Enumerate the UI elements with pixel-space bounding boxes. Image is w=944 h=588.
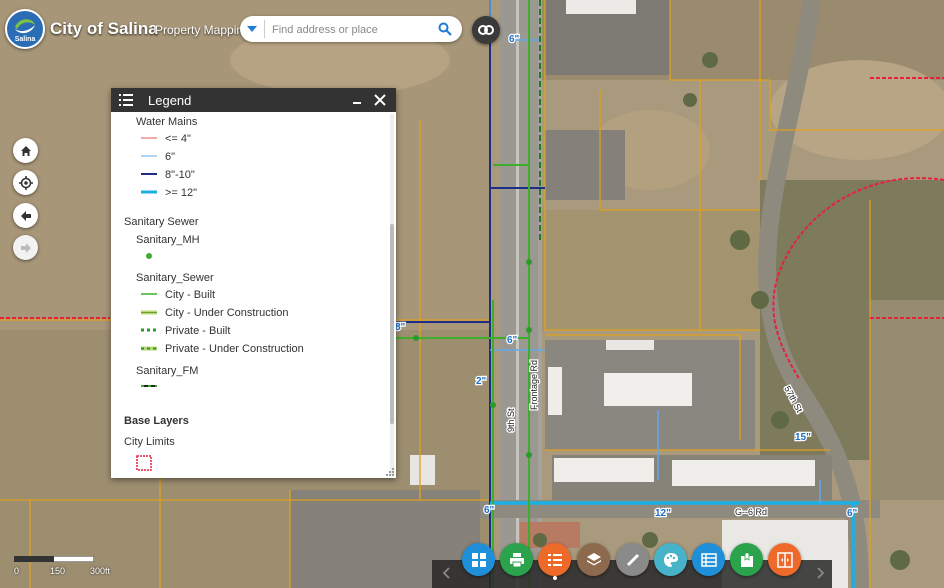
home-icon xyxy=(20,145,31,156)
legend-symbol xyxy=(141,328,157,332)
street-label: G--6 Rd xyxy=(735,507,767,517)
legend-group-heading: Base Layers xyxy=(124,415,189,427)
legend-layer-heading: Sanitary_FM xyxy=(136,365,199,377)
layers-icon xyxy=(586,552,601,565)
resize-grip-icon[interactable] xyxy=(386,468,394,476)
legend-item-label: 6" xyxy=(165,151,176,163)
app-subtitle: Property Mapping xyxy=(155,23,250,37)
arrow-right-icon xyxy=(20,242,31,253)
search-box xyxy=(240,16,462,42)
close-icon xyxy=(374,94,386,106)
legend-symbol xyxy=(141,173,157,175)
search-icon xyxy=(438,22,452,36)
arrow-left-icon xyxy=(20,210,31,221)
legend-layer-heading: Sanitary_MH xyxy=(136,234,200,246)
measure-button[interactable] xyxy=(616,543,649,576)
pipe-label: 15" xyxy=(795,432,811,443)
close-button[interactable] xyxy=(372,92,388,108)
scale-label: 300ft xyxy=(90,566,111,576)
grid-icon xyxy=(471,552,486,567)
list-icon xyxy=(119,94,133,106)
widgets-button[interactable] xyxy=(462,543,495,576)
street-label: 9th St xyxy=(506,408,516,432)
scroll-thumb[interactable] xyxy=(390,224,394,424)
scale-label: 150 xyxy=(50,566,66,576)
legend-symbol xyxy=(141,385,157,387)
pipe-label: 2" xyxy=(476,376,487,387)
printer-icon xyxy=(509,552,524,567)
previous-extent-button[interactable] xyxy=(13,203,38,228)
table-icon xyxy=(700,552,717,567)
layers-button[interactable] xyxy=(577,543,610,576)
swipe-button[interactable] xyxy=(768,543,801,576)
legend-panel: Legend Water Mains <= 4" 6" 8"-10" >= 12… xyxy=(111,88,396,478)
legend-item-label: Private - Built xyxy=(165,325,231,337)
legend-item-label: Private - Under Construction xyxy=(165,343,304,355)
city-logo[interactable]: Salina xyxy=(5,9,45,49)
legend-layer-heading: City Limits xyxy=(124,436,175,448)
toolbar-page-indicator xyxy=(553,576,557,580)
pipe-label: 6" xyxy=(507,335,518,346)
list-icon xyxy=(547,553,562,566)
legend-symbol xyxy=(141,137,157,139)
link-icon xyxy=(478,25,494,35)
legend-item-label: City - Under Construction xyxy=(165,307,289,319)
search-divider xyxy=(264,20,265,38)
pipe-label: 6" xyxy=(847,508,858,519)
city-limits-symbol xyxy=(136,455,152,471)
bookmark-button[interactable] xyxy=(730,543,763,576)
pipe-label: 6" xyxy=(484,505,495,516)
app-title: City of Salina xyxy=(50,19,158,38)
manhole-symbol xyxy=(146,253,152,259)
legend-group-heading: Sanitary Sewer xyxy=(124,216,199,228)
pipe-label: 8" xyxy=(395,322,406,333)
chevron-left-icon xyxy=(442,567,450,579)
next-extent-button[interactable] xyxy=(13,235,38,260)
legend-item-label: >= 12" xyxy=(165,187,198,199)
legend-scrollbar[interactable] xyxy=(390,114,394,476)
pipe-label: 6" xyxy=(509,34,520,45)
legend-symbol xyxy=(141,310,157,315)
scale-label: 0 xyxy=(14,566,20,576)
home-button[interactable] xyxy=(13,138,38,163)
toolbar-prev-button[interactable] xyxy=(435,562,457,584)
share-link-button[interactable] xyxy=(472,16,500,44)
legend-symbol xyxy=(141,155,157,157)
swipe-icon xyxy=(776,551,793,568)
search-source-dropdown[interactable] xyxy=(240,16,264,42)
palette-icon xyxy=(663,552,678,567)
pipe-label: 12" xyxy=(655,508,671,519)
logo-text: Salina xyxy=(14,36,36,43)
legend-content[interactable]: Water Mains <= 4" 6" 8"-10" >= 12" Sanit… xyxy=(111,112,396,478)
caret-down-icon xyxy=(247,26,257,32)
legend-title: Legend xyxy=(148,93,192,108)
print-button[interactable] xyxy=(500,543,533,576)
legend-symbol xyxy=(141,190,157,194)
legend-symbol xyxy=(141,346,157,351)
crosshair-icon xyxy=(18,175,33,190)
legend-header: Legend xyxy=(111,88,396,112)
legend-item-label: City - Built xyxy=(165,289,216,301)
ruler-icon xyxy=(626,553,639,566)
scalebar xyxy=(14,556,94,562)
minimize-button[interactable] xyxy=(350,92,366,108)
toolbar-next-button[interactable] xyxy=(810,562,832,584)
legend-symbol xyxy=(141,293,157,295)
search-button[interactable] xyxy=(432,16,458,42)
legend-item-label: <= 4" xyxy=(165,133,191,145)
legend-item-label: 8"-10" xyxy=(165,169,195,181)
chevron-right-icon xyxy=(817,567,825,579)
bookmark-icon xyxy=(740,552,753,567)
legend-group-heading: Water Mains xyxy=(136,116,198,128)
legend-button[interactable] xyxy=(538,543,571,576)
attribute-table-button[interactable] xyxy=(692,543,725,576)
legend-layer-heading: Sanitary_Sewer xyxy=(136,272,214,284)
draw-button[interactable] xyxy=(654,543,687,576)
search-input[interactable] xyxy=(270,20,424,40)
street-label: Frontage Rd xyxy=(529,360,539,410)
my-location-button[interactable] xyxy=(13,170,38,195)
